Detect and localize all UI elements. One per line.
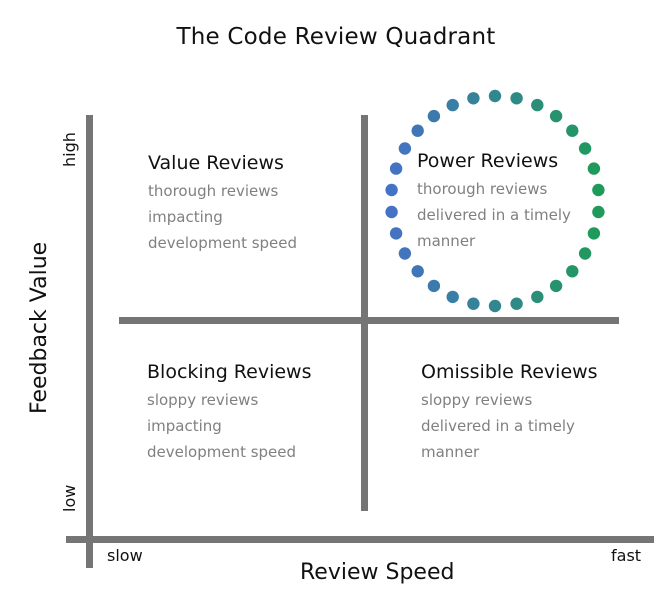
highlight-dot bbox=[549, 109, 563, 123]
quadrant-description-line: sloppy reviews bbox=[421, 391, 533, 409]
highlight-dot bbox=[578, 247, 592, 260]
highlight-dotted-circle bbox=[385, 89, 605, 313]
highlight-dot bbox=[467, 297, 480, 310]
quadrant-description-line: thorough reviews bbox=[417, 180, 548, 198]
highlight-dot bbox=[446, 98, 459, 112]
highlight-dot bbox=[488, 299, 502, 313]
highlight-dot bbox=[385, 183, 398, 197]
highlight-dot bbox=[510, 297, 523, 310]
highlight-dot bbox=[592, 205, 605, 219]
quadrant-value-reviews: Value Reviews thorough reviews impacting… bbox=[148, 152, 297, 256]
highlight-dot bbox=[427, 109, 441, 123]
highlight-dot bbox=[531, 98, 544, 112]
highlight-dot bbox=[398, 247, 412, 260]
quadrant-title: Power Reviews bbox=[417, 150, 559, 172]
quadrant-power-reviews: Power Reviews thorough reviews delivered… bbox=[417, 150, 571, 254]
highlight-dot bbox=[510, 92, 523, 105]
highlight-dot bbox=[411, 124, 424, 137]
highlight-dot bbox=[549, 279, 563, 293]
quadrant-description-line: delivered in a timely bbox=[421, 417, 575, 435]
quadrant-description-line: thorough reviews bbox=[148, 182, 279, 200]
quadrant-description-line: manner bbox=[421, 443, 480, 461]
quadrant-description-line: sloppy reviews bbox=[147, 391, 259, 409]
highlight-dot bbox=[446, 290, 459, 304]
quadrant-description-line: delivered in a timely bbox=[417, 206, 571, 224]
quadrant-description-line: development speed bbox=[148, 234, 298, 252]
quadrant-description-line: impacting bbox=[147, 417, 222, 435]
quadrant-blocking-reviews: Blocking Reviews sloppy reviews impactin… bbox=[147, 361, 312, 465]
highlight-dot bbox=[385, 205, 398, 219]
highlight-dot bbox=[592, 183, 605, 197]
highlight-dot bbox=[398, 142, 412, 155]
highlight-dot bbox=[488, 89, 502, 103]
highlight-dot bbox=[467, 92, 480, 105]
highlight-dot bbox=[587, 227, 601, 240]
quadrant-title: Omissible Reviews bbox=[421, 361, 598, 383]
quadrant-description-line: manner bbox=[417, 232, 476, 250]
quadrant-omissible-reviews: Omissible Reviews sloppy reviews deliver… bbox=[421, 361, 598, 465]
highlight-dot bbox=[389, 227, 403, 240]
quadrant-description-line: impacting bbox=[148, 208, 223, 226]
quadrant-title: Blocking Reviews bbox=[147, 361, 312, 383]
highlight-dot bbox=[531, 290, 544, 304]
highlight-dot bbox=[587, 162, 601, 175]
highlight-dot bbox=[566, 265, 579, 278]
quadrant-title: Value Reviews bbox=[148, 152, 284, 174]
highlight-dot bbox=[389, 162, 403, 175]
highlight-dot bbox=[411, 265, 424, 278]
quadrant-description-line: development speed bbox=[147, 443, 297, 461]
highlight-dot bbox=[427, 279, 441, 293]
highlight-dot bbox=[566, 124, 579, 137]
highlight-dot bbox=[578, 142, 592, 155]
